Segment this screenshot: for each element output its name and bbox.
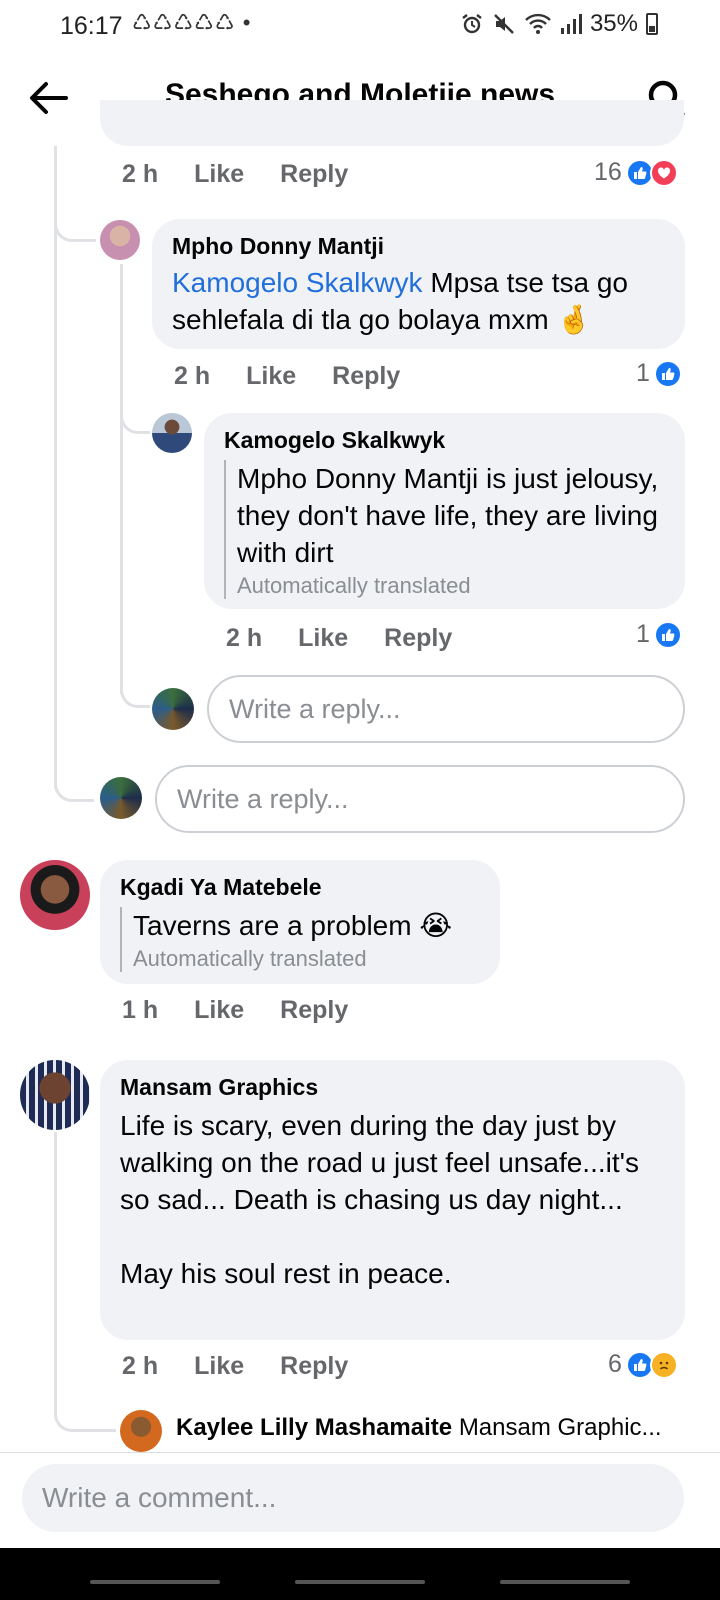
reaction-summary[interactable]: 6 — [608, 1350, 678, 1379]
reply-button[interactable]: Reply — [280, 160, 348, 189]
comment-body: Taverns are a problem — [133, 910, 412, 941]
avatar[interactable] — [20, 860, 90, 930]
comment-text: Mpho Donny Mantji is just jelousy, they … — [237, 463, 659, 568]
comment-time: 2 h — [174, 362, 211, 390]
avatar[interactable] — [152, 413, 192, 453]
translated-block: Mpho Donny Mantji is just jelousy, they … — [224, 460, 665, 599]
comment-bubble: Kgadi Ya Matebele Taverns are a problem … — [100, 860, 500, 984]
reaction-summary[interactable]: 1 — [636, 359, 682, 388]
reply-button[interactable]: Reply — [280, 1352, 348, 1381]
reaction-count: 1 — [636, 359, 650, 387]
comment-meta: 1 h Like Reply — [122, 996, 348, 1025]
reaction-summary[interactable]: 1 — [636, 620, 682, 649]
comment-author[interactable]: Kamogelo Skalkwyk — [224, 427, 665, 454]
avatar[interactable] — [120, 1410, 162, 1452]
comment-time: 2 h — [122, 160, 159, 188]
comment-meta: 2 h Like Reply — [122, 1352, 348, 1381]
crying-emoji: 😭 — [419, 910, 453, 941]
wifi-icon — [525, 13, 551, 34]
comment-meta: 2 h Like Reply — [174, 362, 400, 391]
comment-text: Kamogelo Skalkwyk Mpsa tse tsa go sehlef… — [172, 264, 665, 338]
thread-curve-2 — [120, 402, 150, 434]
reply-bubble: Mpho Donny Mantji Kamogelo Skalkwyk Mpsa… — [152, 219, 685, 349]
translated-block: Taverns are a problem 😭 Automatically tr… — [120, 907, 480, 972]
my-avatar — [100, 777, 142, 819]
crossed-fingers-emoji: 🤞 — [556, 304, 592, 335]
reaction-count: 1 — [636, 620, 650, 648]
comment-text: Life is scary, even during the day just … — [120, 1110, 639, 1215]
reaction-summary[interactable]: 16 — [594, 158, 678, 187]
thread-line-mansam — [54, 1132, 57, 1402]
signal-icon — [560, 14, 582, 34]
comment-time: 2 h — [122, 1352, 159, 1380]
reaction-count: 6 — [608, 1350, 622, 1378]
like-button[interactable]: Like — [194, 1352, 244, 1381]
status-time: 16:17 — [60, 12, 123, 40]
auto-translated-label[interactable]: Automatically translated — [133, 946, 480, 972]
comment-text: Taverns are a problem 😭 — [133, 907, 480, 944]
thread-curve-outer-reply — [54, 770, 94, 802]
like-button[interactable]: Like — [194, 996, 244, 1025]
back-arrow-icon — [30, 82, 68, 114]
reply-input[interactable]: Write a reply... — [207, 675, 685, 743]
notification-icons: ♺♺♺♺♺ • — [132, 10, 252, 35]
status-right: 35% — [460, 10, 658, 38]
like-button[interactable]: Like — [298, 624, 348, 653]
nav-home-button[interactable] — [295, 1580, 425, 1584]
thread-curve-1 — [54, 212, 96, 242]
comment-input[interactable]: Write a comment... — [22, 1464, 684, 1532]
thread-line-sub — [120, 264, 123, 694]
comment-author[interactable]: Kgadi Ya Matebele — [120, 874, 480, 901]
alarm-icon — [462, 14, 482, 34]
comment-meta: 2 h Like Reply — [122, 160, 348, 189]
battery-icon — [646, 13, 658, 35]
thread-curve-mansam — [54, 1400, 116, 1432]
like-reaction-icon — [653, 359, 682, 388]
cut-off-comment-bubble — [100, 100, 684, 146]
reply-preview[interactable]: Kaylee Lilly Mashamaite Mansam Graphic..… — [176, 1414, 686, 1442]
comment-time: 2 h — [226, 624, 263, 652]
like-button[interactable]: Like — [194, 160, 244, 189]
thread-curve-inner-reply — [120, 676, 150, 708]
back-button[interactable] — [26, 76, 70, 120]
reply-preview-text: Mansam Graphic... — [458, 1414, 662, 1441]
like-reaction-icon — [653, 620, 682, 649]
sad-reaction-icon — [649, 1350, 678, 1379]
comment-author[interactable]: Mpho Donny Mantji — [172, 233, 665, 260]
avatar[interactable] — [100, 220, 140, 260]
my-avatar — [152, 688, 194, 730]
reply-button[interactable]: Reply — [280, 996, 348, 1025]
system-nav-bar — [0, 1548, 720, 1600]
comment-meta: 2 h Like Reply — [226, 624, 452, 653]
comment-author[interactable]: Mansam Graphics — [120, 1074, 665, 1101]
reply-button[interactable]: Reply — [384, 624, 452, 653]
thread-line-main — [54, 146, 57, 786]
like-button[interactable]: Like — [246, 362, 296, 391]
avatar[interactable] — [20, 1060, 90, 1130]
reaction-count: 16 — [594, 158, 622, 186]
comment-bubble: Mansam Graphics Life is scary, even duri… — [100, 1060, 685, 1340]
battery-percent: 35% — [589, 10, 638, 37]
nav-back-button[interactable] — [500, 1580, 630, 1584]
nav-recents-button[interactable] — [90, 1580, 220, 1584]
reply-bubble: Kamogelo Skalkwyk Mpho Donny Mantji is j… — [204, 413, 685, 609]
comment-time: 1 h — [122, 996, 159, 1024]
mute-icon — [494, 14, 514, 34]
mention-link[interactable]: Kamogelo Skalkwyk — [172, 267, 423, 298]
reply-preview-author: Kaylee Lilly Mashamaite — [176, 1414, 453, 1441]
reply-button[interactable]: Reply — [332, 362, 400, 391]
comment-text: May his soul rest in peace. — [120, 1258, 452, 1289]
auto-translated-label[interactable]: Automatically translated — [237, 573, 665, 599]
love-reaction-icon — [649, 158, 678, 187]
reply-input[interactable]: Write a reply... — [155, 765, 685, 833]
